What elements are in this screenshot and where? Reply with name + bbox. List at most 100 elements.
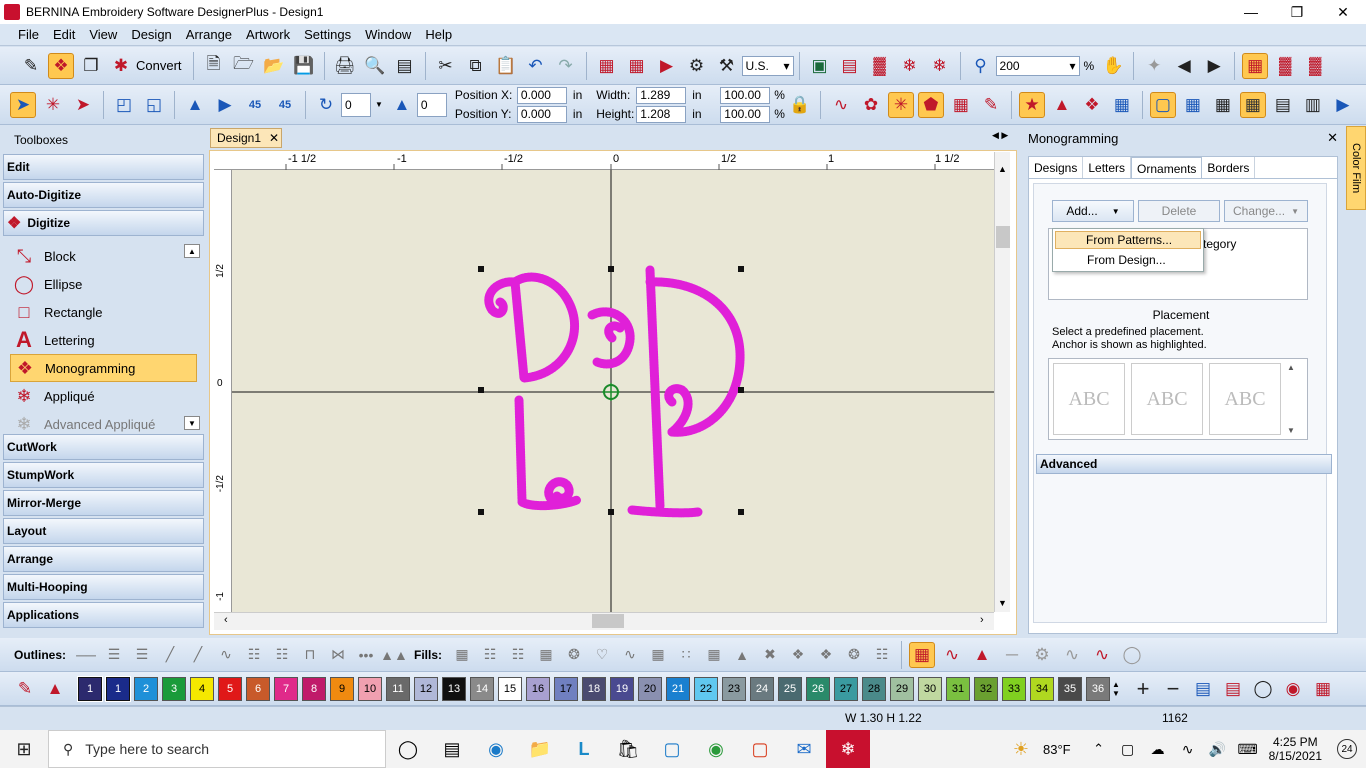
thread-swatch[interactable]: 30 [918, 676, 942, 701]
triangle-fill-icon[interactable]: ▲ [730, 644, 754, 666]
notifications-icon[interactable]: 24 [1328, 730, 1366, 768]
eyedropper-icon[interactable]: ✎ [12, 676, 38, 702]
rotate-right-45-icon[interactable]: 45 [272, 92, 298, 118]
placement-option-sides[interactable]: ABC [1053, 363, 1125, 435]
delete-button[interactable]: Delete [1138, 200, 1220, 222]
step-fill-icon[interactable]: ☷ [506, 644, 530, 666]
remove-color-icon[interactable]: − [1160, 676, 1186, 702]
toolbox-digitize[interactable]: ❖ Digitize [3, 210, 204, 236]
spike-icon[interactable]: ▲ [969, 642, 995, 668]
triangle-outline-icon[interactable]: ▲▲ [380, 644, 408, 666]
stitch-play-icon[interactable]: ▶ [1330, 92, 1356, 118]
restore-icon[interactable]: ❐ [1274, 0, 1320, 24]
bernina-taskbar-icon[interactable]: ❄ [826, 730, 870, 768]
stamp-icon[interactable]: ▓ [867, 53, 893, 79]
tool-lettering[interactable]: A Lettering [0, 326, 207, 354]
tab-scroll-arrows[interactable]: ◀ ▶ [992, 130, 1008, 141]
vertical-scroll-thumb[interactable] [996, 226, 1010, 248]
star-shape-icon[interactable]: ★ [1018, 91, 1045, 118]
menu-file[interactable]: File [18, 27, 39, 42]
thread-swatch[interactable]: 31 [946, 676, 970, 701]
thread-swatch[interactable]: 25 [778, 676, 802, 701]
grid-fill-icon[interactable]: ▦ [702, 644, 726, 666]
table-icon[interactable]: ▦ [1239, 91, 1266, 118]
center-anchor-icon[interactable] [602, 383, 620, 401]
onedrive-icon[interactable]: ☁ [1143, 730, 1173, 768]
save-icon[interactable]: 💾 [291, 53, 317, 79]
satin-fill-icon[interactable]: ☷ [478, 644, 502, 666]
swirl-fill-icon[interactable]: ❂ [842, 644, 866, 666]
shapes-icon[interactable]: ▲ [1049, 92, 1075, 118]
thread-swatch[interactable]: 9 [330, 676, 354, 701]
menu-view[interactable]: View [89, 27, 117, 42]
taskbar-search[interactable]: ⚲ Type here to search [48, 730, 386, 768]
celtic-fill-icon[interactable]: ❖ [814, 644, 838, 666]
width-percent-input[interactable]: 100.00 [720, 86, 771, 104]
heart-fill-icon[interactable]: ♡ [590, 644, 614, 666]
menu-settings[interactable]: Settings [304, 27, 351, 42]
thread-swatch[interactable]: 36 [1086, 676, 1110, 701]
artwork-canvas-icon[interactable]: ✎ [18, 53, 44, 79]
toolbox-applications[interactable]: Applications [3, 602, 204, 628]
hoop-frame-icon[interactable]: ▢ [1149, 91, 1176, 118]
cross-stitch-icon[interactable]: ▦ [624, 53, 650, 79]
tatami-fill-icon[interactable]: ▦ [450, 644, 474, 666]
wave-fill-icon[interactable]: ∿ [1089, 642, 1115, 668]
thread-swatch[interactable]: 18 [582, 676, 606, 701]
mirror-vertical-icon[interactable]: ▶ [212, 92, 238, 118]
undo-icon[interactable]: ↶ [523, 53, 549, 79]
thread-swatch[interactable]: 19 [610, 676, 634, 701]
thread-swatch[interactable]: 24 [750, 676, 774, 701]
thread-swatch[interactable]: 8 [302, 676, 326, 701]
color-blend-icon[interactable]: ◉ [1280, 676, 1306, 702]
redo-icon[interactable]: ↷ [553, 53, 579, 79]
paste-icon[interactable]: 📋 [493, 53, 519, 79]
crosshatch-icon[interactable]: ▦ [948, 92, 974, 118]
square-outline-icon[interactable]: ⊓ [298, 644, 322, 666]
thread-swatch[interactable]: 17 [554, 676, 578, 701]
chevron-up-icon[interactable]: ⌃ [1085, 730, 1113, 768]
swatch-scroll[interactable]: ▲ ▼ [1112, 680, 1120, 698]
thread-swatch[interactable]: 28 [862, 676, 886, 701]
meet-now-icon[interactable]: ▢ [1113, 730, 1143, 768]
menu-help[interactable]: Help [425, 27, 452, 42]
embroidery-canvas-icon[interactable]: ❖ [48, 52, 74, 79]
tool-monogramming[interactable]: ❖ Monogramming [10, 354, 197, 382]
thread-chart-icon[interactable]: ▤ [1190, 676, 1216, 702]
pattern-fill-icon[interactable]: ▦ [534, 644, 558, 666]
thread-swatch[interactable]: 16 [526, 676, 550, 701]
tab-borders[interactable]: Borders [1202, 157, 1256, 178]
toolbox-auto-digitize[interactable]: Auto-Digitize [3, 182, 204, 208]
lock-proportions-icon[interactable]: 🔒 [787, 92, 813, 118]
thread-swatch[interactable]: 1 [77, 675, 103, 702]
print-preview-icon[interactable]: 🔍 [362, 53, 388, 79]
color-wheel-icon[interactable]: ◯ [1250, 676, 1276, 702]
weather-temp[interactable]: 83°F [1043, 742, 1071, 757]
edge-icon[interactable]: ◉ [474, 730, 518, 768]
pattern-fill-icon[interactable]: ⬟ [917, 91, 944, 118]
show-background-icon[interactable]: ▤ [837, 53, 863, 79]
triple-outline-icon[interactable]: ☰ [102, 644, 126, 666]
scroll-down-arrow-icon[interactable]: ▼ [998, 598, 1007, 608]
dot-outline-icon[interactable]: ••• [354, 644, 378, 666]
multi-hoop-icon[interactable]: ▦ [1180, 92, 1206, 118]
show-stitches-icon[interactable]: ❄ [897, 53, 923, 79]
minimize-icon[interactable]: — [1228, 0, 1274, 24]
store-icon[interactable]: 🛍 [606, 730, 650, 768]
grid-icon[interactable]: ▦ [1109, 92, 1135, 118]
show-objects-icon[interactable]: ❄ [927, 53, 953, 79]
thread-swatch[interactable]: 3 [162, 676, 186, 701]
menu-from-patterns[interactable]: From Patterns... [1055, 231, 1201, 249]
stitch-angle-icon[interactable]: ▦ [909, 641, 936, 668]
weather-icon[interactable]: ☀ [999, 730, 1043, 768]
placement-scroll[interactable]: ▲ ▼ [1287, 363, 1297, 435]
zigzag-fill-icon[interactable]: ∿ [1059, 642, 1085, 668]
start-icon[interactable]: ⊞ [0, 730, 48, 768]
pos-x-input[interactable]: 0.000 [516, 86, 567, 104]
thread-swatch[interactable]: 33 [1002, 676, 1026, 701]
placement-option-top-bottom[interactable]: ABC [1131, 363, 1203, 435]
close-panel-icon[interactable]: ✕ [1327, 130, 1338, 146]
zigzag-stitch-icon[interactable]: ∿ [828, 92, 854, 118]
menu-edit[interactable]: Edit [53, 27, 75, 42]
new-icon[interactable]: 🗎 [201, 53, 227, 79]
